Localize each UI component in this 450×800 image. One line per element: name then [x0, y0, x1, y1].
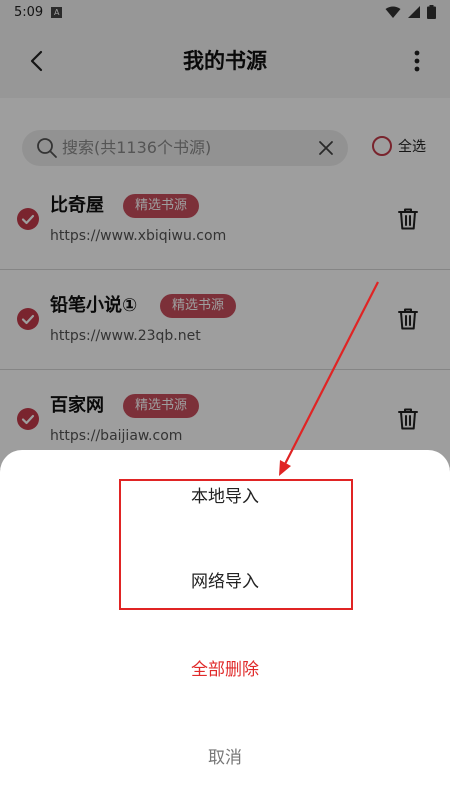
cancel-option[interactable]: 取消: [0, 746, 450, 770]
delete-all-option[interactable]: 全部删除: [0, 658, 450, 682]
annotation-highlight-box: [119, 479, 353, 610]
